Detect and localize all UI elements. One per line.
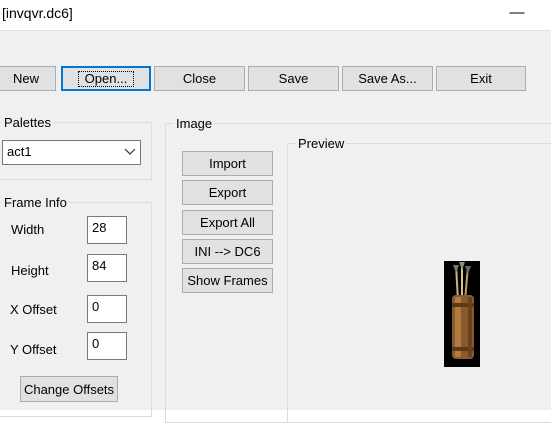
new-button-label: New: [12, 71, 39, 86]
chevron-down-icon: [124, 148, 136, 155]
save-as-button[interactable]: Save As...: [342, 66, 433, 91]
exit-button[interactable]: Exit: [436, 66, 526, 91]
close-button-label: Close: [182, 71, 217, 86]
export-all-button-label: Export All: [200, 215, 255, 230]
y-offset-label: Y Offset: [10, 342, 57, 357]
width-field[interactable]: 28: [87, 216, 127, 244]
title-bar: [invqvr.dc6] —: [0, 0, 551, 30]
export-all-button[interactable]: Export All: [182, 210, 273, 235]
export-button-label: Export: [208, 185, 247, 200]
x-offset-field[interactable]: 0: [87, 295, 127, 323]
preview-group: [287, 143, 551, 423]
show-frames-button-label: Show Frames: [187, 273, 268, 288]
window-title: [invqvr.dc6]: [2, 5, 73, 21]
height-label: Height: [11, 263, 49, 278]
palettes-legend: Palettes: [2, 115, 53, 130]
change-offsets-button-label: Change Offsets: [23, 381, 115, 397]
width-label: Width: [11, 222, 45, 237]
save-button-label: Save: [278, 71, 309, 86]
import-button[interactable]: Import: [182, 151, 273, 176]
palette-select[interactable]: act1: [2, 140, 141, 165]
minimize-button[interactable]: —: [500, 0, 534, 30]
close-button[interactable]: Close: [154, 66, 245, 91]
import-button-label: Import: [209, 156, 246, 171]
frame-info-legend: Frame Info: [2, 195, 69, 210]
image-legend: Image: [174, 116, 215, 131]
open-button-label: Open...: [77, 70, 135, 87]
export-button[interactable]: Export: [182, 180, 273, 205]
quiver-sprite-image: [444, 261, 480, 367]
y-offset-field[interactable]: 0: [87, 332, 127, 360]
exit-button-label: Exit: [470, 71, 492, 86]
open-button[interactable]: Open...: [61, 66, 151, 91]
ini-to-dc6-button-label: INI --> DC6: [194, 244, 261, 259]
save-button[interactable]: Save: [248, 66, 339, 91]
ini-to-dc6-button[interactable]: INI --> DC6: [182, 239, 273, 264]
show-frames-button[interactable]: Show Frames: [182, 268, 273, 293]
preview-legend: Preview: [296, 136, 347, 151]
save-as-button-label: Save As...: [358, 71, 417, 86]
change-offsets-button[interactable]: Change Offsets: [20, 376, 118, 402]
x-offset-label: X Offset: [10, 302, 57, 317]
height-field[interactable]: 84: [87, 254, 127, 282]
new-button[interactable]: New: [0, 66, 56, 91]
palette-select-value: act1: [7, 144, 32, 159]
